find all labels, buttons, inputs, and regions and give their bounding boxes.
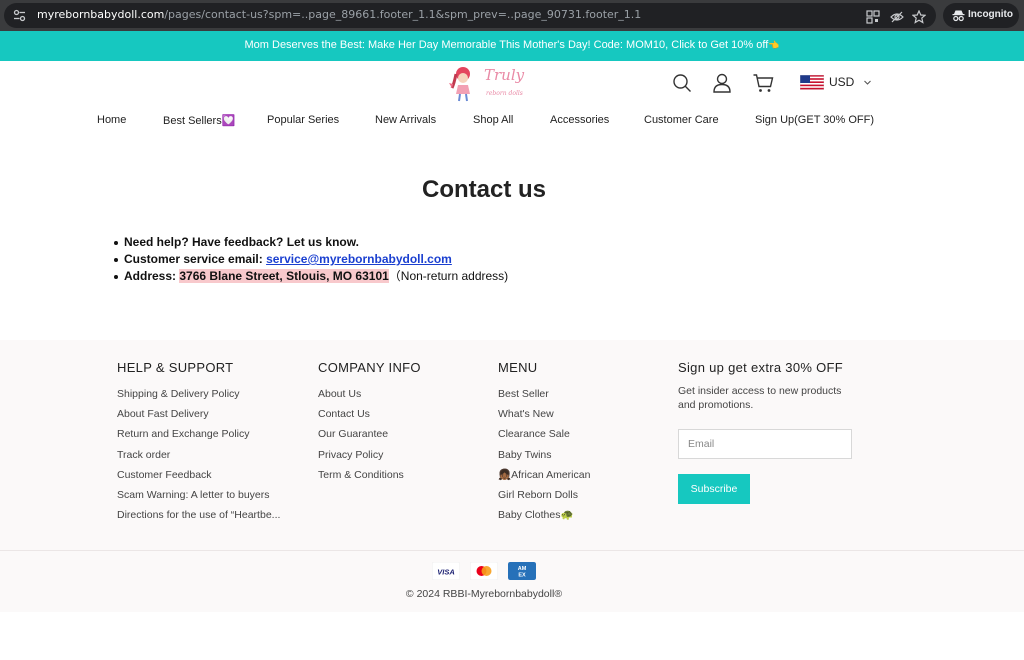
address-note: （Non-return address)	[388, 269, 509, 283]
svg-text:VISA: VISA	[437, 568, 455, 577]
footer-link-shipping[interactable]: Shipping & Delivery Policy	[117, 388, 240, 400]
footer-link-contact-us[interactable]: Contact Us	[318, 408, 370, 420]
contact-help-line: Need help? Have feedback? Let us know.	[114, 234, 714, 251]
url-host: myrebornbabydoll.com	[37, 8, 165, 21]
nav-item-best-sellers[interactable]: Best Sellers💟	[163, 114, 235, 127]
footer-link-best-seller[interactable]: Best Seller	[498, 388, 549, 400]
brand-logo-subtext: reborn dolls	[486, 90, 523, 97]
site-settings-icon[interactable]	[13, 9, 26, 22]
nav-item-accessories[interactable]: Accessories	[550, 114, 609, 126]
newsletter-email-input[interactable]	[678, 429, 852, 459]
email-link[interactable]: service@myrebornbabydoll.com	[266, 252, 452, 266]
address-label: Address:	[124, 269, 180, 283]
pointing-hand-icon: 👈	[768, 40, 780, 50]
footer-company-title: COMPANY INFO	[318, 360, 421, 375]
amex-icon: AM EX	[508, 562, 536, 580]
footer-link-clearance[interactable]: Clearance Sale	[498, 428, 570, 440]
brand-logo-text: Truly	[484, 66, 525, 84]
announcement-bar[interactable]: Mom Deserves the Best: Make Her Day Memo…	[0, 31, 1024, 61]
footer-company-info: COMPANY INFO About Us Contact Us Our Gua…	[318, 360, 421, 485]
main-nav: Home Best Sellers💟 Popular Series New Ar…	[0, 114, 1024, 130]
announcement-message: Mom Deserves the Best: Make Her Day Memo…	[244, 39, 769, 51]
footer-signup: Sign up get extra 30% OFF Get insider ac…	[678, 360, 878, 510]
svg-text:AM: AM	[518, 566, 527, 572]
footer-help-title: HELP & SUPPORT	[117, 360, 234, 375]
subscribe-button[interactable]: Subscribe	[678, 474, 750, 504]
incognito-icon	[952, 10, 965, 22]
eye-off-icon[interactable]	[890, 10, 904, 24]
visa-icon: VISA	[432, 562, 460, 580]
nav-item-home[interactable]: Home	[97, 114, 126, 126]
bookmark-star-icon[interactable]	[912, 10, 926, 24]
incognito-indicator[interactable]: Incognito	[943, 3, 1019, 28]
us-flag-icon	[800, 75, 824, 90]
account-icon[interactable]	[711, 72, 733, 94]
currency-label: USD	[829, 75, 855, 89]
nav-item-popular-series[interactable]: Popular Series	[267, 114, 339, 126]
nav-item-new-arrivals[interactable]: New Arrivals	[375, 114, 436, 126]
footer-menu: MENU Best Seller What's New Clearance Sa…	[498, 360, 590, 525]
footer-link-african-american[interactable]: 👧🏾African American	[498, 469, 590, 481]
announcement-text[interactable]: Mom Deserves the Best: Make Her Day Memo…	[0, 39, 1024, 51]
incognito-label: Incognito	[968, 9, 1013, 20]
footer-link-fast-delivery[interactable]: About Fast Delivery	[117, 408, 209, 420]
qr-code-icon[interactable]	[866, 10, 880, 24]
cart-icon[interactable]	[752, 72, 774, 94]
footer-link-terms[interactable]: Term & Conditions	[318, 469, 404, 481]
nav-item-shop-all[interactable]: Shop All	[473, 114, 513, 126]
footer-link-baby-clothes[interactable]: Baby Clothes🐢	[498, 509, 574, 521]
footer-link-baby-twins[interactable]: Baby Twins	[498, 449, 552, 461]
copyright-text: © 2024 RBBI-Myrebornbabydoll®	[405, 588, 563, 600]
browser-chrome: myrebornbabydoll.com/pages/contact-us?sp…	[0, 0, 1024, 31]
page-title: Contact us	[421, 176, 546, 203]
footer-link-girl-dolls[interactable]: Girl Reborn Dolls	[498, 489, 578, 501]
footer-menu-title: MENU	[498, 360, 538, 375]
footer-link-customer-feedback[interactable]: Customer Feedback	[117, 469, 212, 481]
footer-help-support: HELP & SUPPORT Shipping & Delivery Polic…	[117, 360, 280, 525]
email-label: Customer service email:	[124, 252, 267, 266]
contact-address-line: Address: 3766 Blane Street, Stlouis, MO …	[114, 268, 714, 285]
mastercard-icon	[470, 562, 498, 580]
footer-signup-description: Get insider access to new products and p…	[678, 385, 842, 411]
nav-item-sign-up[interactable]: Sign Up(GET 30% OFF)	[755, 114, 874, 126]
footer-link-track-order[interactable]: Track order	[117, 449, 170, 461]
contact-list: Need help? Have feedback? Let us know. C…	[114, 234, 714, 285]
footer-link-scam-warning[interactable]: Scam Warning: A letter to buyers	[117, 489, 270, 501]
help-text: Need help? Have feedback? Let us know.	[124, 235, 359, 249]
footer-divider	[0, 550, 1024, 551]
footer-link-returns[interactable]: Return and Exchange Policy	[117, 428, 250, 440]
url-path: /pages/contact-us?spm=..page_89661.foote…	[164, 8, 642, 21]
nav-item-customer-care[interactable]: Customer Care	[644, 114, 719, 126]
footer: HELP & SUPPORT Shipping & Delivery Polic…	[0, 340, 1024, 612]
chevron-down-icon	[864, 80, 871, 85]
address-text: 3766 Blane Street, Stlouis, MO 63101	[179, 269, 389, 283]
address-bar[interactable]: myrebornbabydoll.com/pages/contact-us?sp…	[4, 3, 936, 28]
svg-text:EX: EX	[518, 573, 526, 579]
footer-link-privacy[interactable]: Privacy Policy	[318, 449, 383, 461]
footer-signup-title: Sign up get extra 30% OFF	[678, 360, 844, 375]
footer-link-whats-new[interactable]: What's New	[498, 408, 554, 420]
url-text[interactable]: myrebornbabydoll.com/pages/contact-us?sp…	[37, 8, 641, 21]
footer-link-guarantee[interactable]: Our Guarantee	[318, 428, 388, 440]
search-icon[interactable]	[671, 72, 693, 94]
footer-link-heartbeat-directions[interactable]: Directions for the use of “Heartbe...	[117, 509, 280, 521]
contact-email-line: Customer service email: service@myreborn…	[114, 251, 714, 268]
footer-link-about-us[interactable]: About Us	[318, 388, 361, 400]
